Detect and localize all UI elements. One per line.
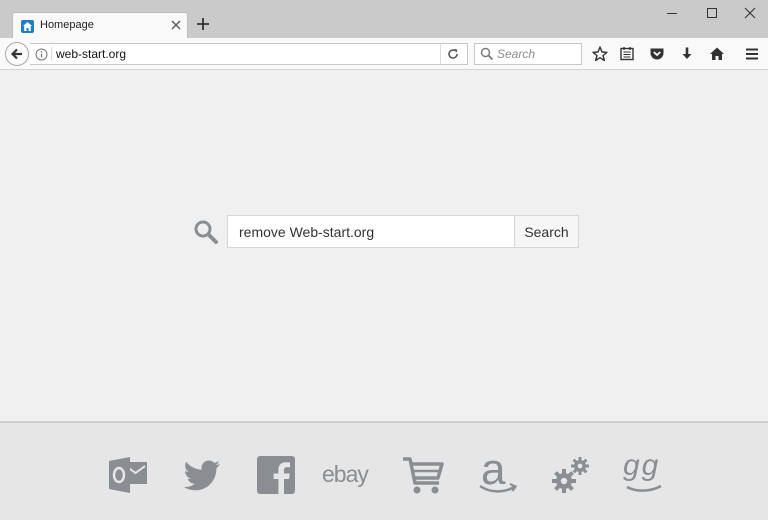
home-icon[interactable] (708, 45, 726, 63)
url-bar[interactable]: web-start.org (30, 43, 468, 65)
new-tab-icon[interactable] (194, 15, 212, 33)
reading-list-icon[interactable] (618, 45, 636, 63)
maximize-icon[interactable] (697, 4, 727, 22)
url-text[interactable]: web-start.org (56, 47, 126, 61)
minimize-icon[interactable] (657, 4, 687, 22)
menu-icon[interactable] (743, 45, 761, 63)
twitter-icon[interactable] (180, 453, 224, 497)
bookmark-star-icon[interactable] (591, 45, 609, 63)
amazon-icon[interactable]: a (476, 445, 520, 497)
title-bar: Homepage (0, 0, 768, 39)
gears-icon[interactable] (549, 453, 593, 497)
search-button[interactable]: Search (514, 215, 579, 248)
tab-close-icon[interactable] (168, 17, 184, 33)
search-icon (480, 47, 494, 61)
search-icon (193, 219, 219, 245)
ebay-logo-text: ebay (322, 461, 369, 487)
search-input[interactable] (227, 215, 515, 248)
gg-icon[interactable]: gg (621, 449, 665, 497)
tab-homepage[interactable]: Homepage (12, 12, 188, 39)
browser-search-bar[interactable]: Search (474, 43, 582, 65)
back-button[interactable] (5, 42, 29, 66)
facebook-icon[interactable] (254, 453, 298, 497)
reload-icon[interactable] (446, 47, 460, 61)
search-placeholder: Search (497, 47, 536, 61)
nav-bar: web-start.org Search (0, 38, 768, 70)
reload-separator (440, 44, 441, 64)
home-favicon-icon (21, 20, 34, 33)
tab-title: Homepage (40, 19, 94, 31)
close-window-icon[interactable] (735, 4, 765, 22)
info-icon[interactable] (35, 48, 48, 61)
ebay-icon[interactable]: ebay (318, 453, 378, 497)
quick-links-bar: ebay a gg (0, 421, 768, 520)
pocket-icon[interactable] (648, 45, 666, 63)
cart-icon[interactable] (401, 453, 445, 497)
arrow-left-icon (10, 48, 22, 60)
outlook-icon[interactable] (106, 453, 150, 497)
url-separator (51, 47, 52, 61)
download-icon[interactable] (678, 45, 696, 63)
